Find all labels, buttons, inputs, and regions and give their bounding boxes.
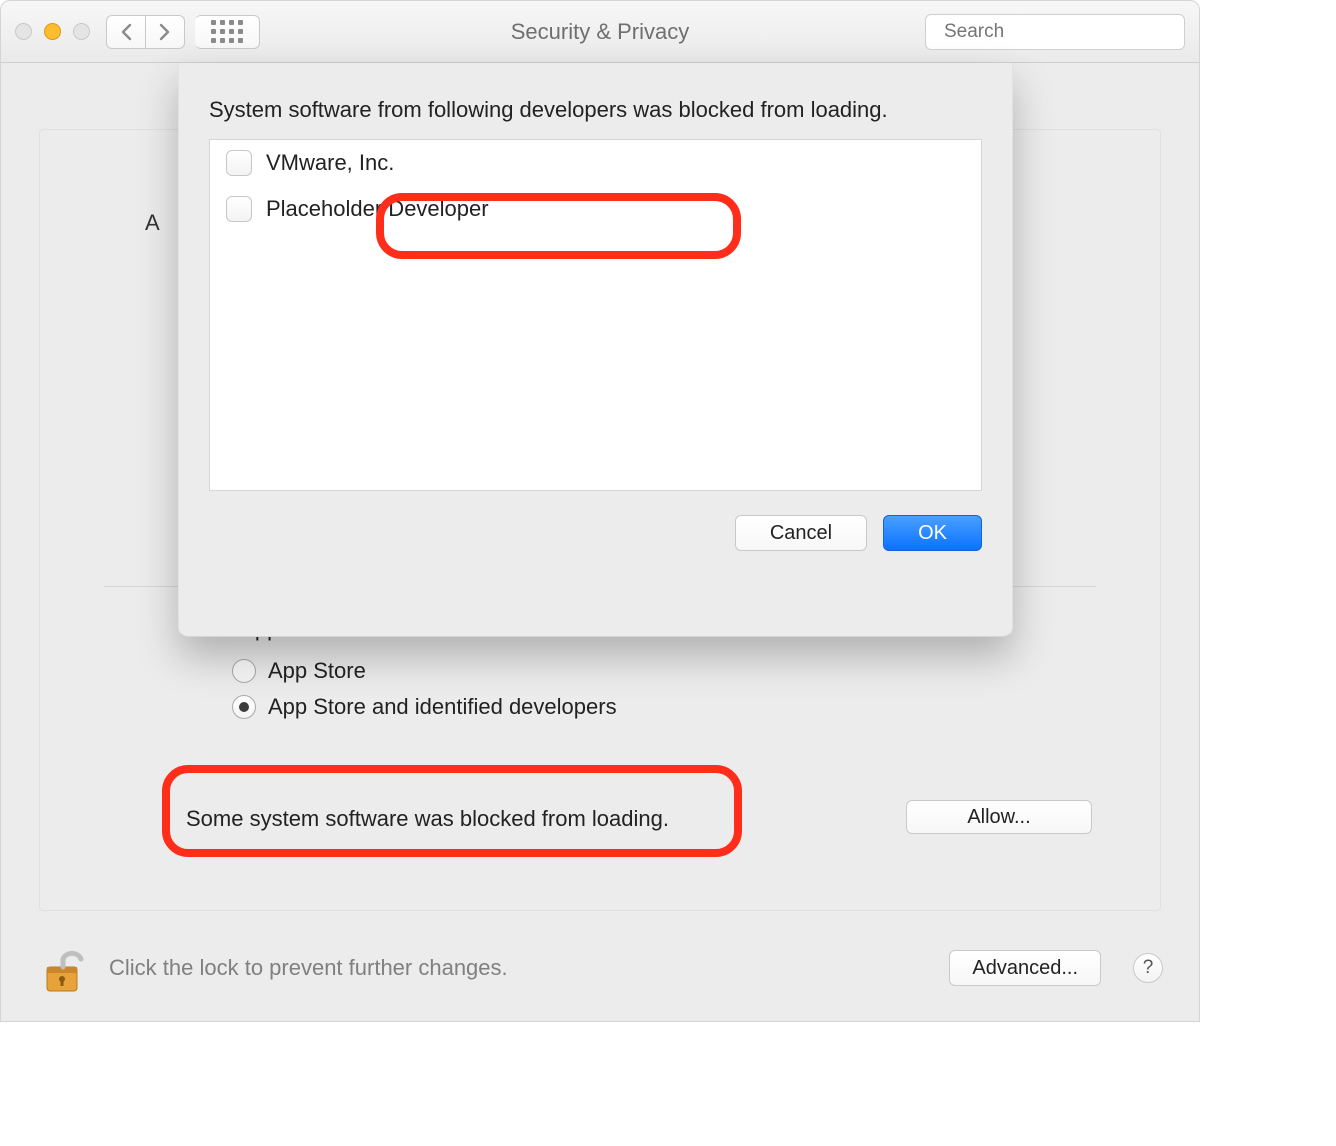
cancel-button[interactable]: Cancel: [735, 515, 867, 551]
chevron-left-icon: [119, 23, 133, 41]
chevron-right-icon: [158, 23, 172, 41]
forward-button[interactable]: [146, 15, 185, 49]
partial-text: A: [145, 210, 160, 236]
developer-list: VMware, Inc. Placeholder Developer: [209, 139, 982, 491]
search-field[interactable]: [925, 14, 1185, 50]
blocked-developers-sheet: System software from following developer…: [178, 63, 1013, 637]
window-controls: [15, 23, 90, 40]
developer-row[interactable]: Placeholder Developer: [210, 186, 981, 232]
ok-button[interactable]: OK: [883, 515, 982, 551]
back-button[interactable]: [106, 15, 146, 49]
radio-button-icon: [232, 659, 256, 683]
checkbox[interactable]: [226, 196, 252, 222]
system-preferences-window: Security & Privacy A Allow apps download…: [0, 0, 1200, 1022]
zoom-window-button[interactable]: [73, 23, 90, 40]
radio-label: App Store: [268, 658, 366, 684]
lock-row: Click the lock to prevent further change…: [37, 941, 1163, 995]
radio-app-store-identified[interactable]: App Store and identified developers: [232, 694, 617, 720]
developer-row[interactable]: VMware, Inc.: [210, 140, 981, 186]
sheet-button-row: Cancel OK: [209, 515, 982, 551]
developer-name: Placeholder Developer: [266, 196, 489, 222]
radio-app-store[interactable]: App Store: [232, 658, 617, 684]
minimize-window-button[interactable]: [44, 23, 61, 40]
show-all-button[interactable]: [195, 15, 260, 49]
help-button[interactable]: ?: [1133, 953, 1163, 983]
advanced-button[interactable]: Advanced...: [949, 950, 1101, 986]
radio-label: App Store and identified developers: [268, 694, 617, 720]
sheet-heading: System software from following developer…: [209, 97, 982, 123]
nav-buttons: [106, 15, 185, 49]
allow-button[interactable]: Allow...: [906, 800, 1092, 834]
lock-text: Click the lock to prevent further change…: [109, 955, 508, 981]
unlocked-lock-icon[interactable]: [37, 941, 91, 995]
search-input[interactable]: [944, 21, 1189, 43]
blocked-message: Some system software was blocked from lo…: [186, 806, 669, 832]
radio-button-icon: [232, 695, 256, 719]
titlebar: Security & Privacy: [1, 1, 1199, 63]
grid-icon: [211, 20, 243, 43]
checkbox[interactable]: [226, 150, 252, 176]
close-window-button[interactable]: [15, 23, 32, 40]
developer-name: VMware, Inc.: [266, 150, 394, 176]
